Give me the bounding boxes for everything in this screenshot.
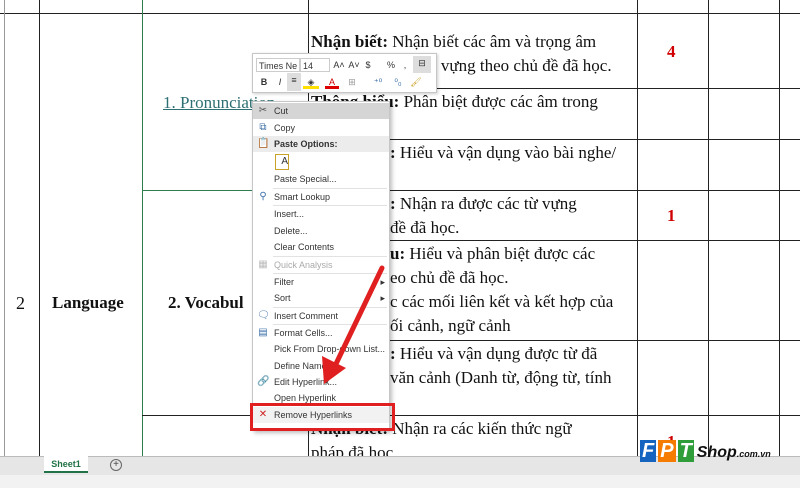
paste-options-header: 📋 Paste Options: [253, 136, 389, 152]
format-cells-icon: ▤ [258, 327, 268, 338]
fpt-shop-logo: F P T Shop.com.vn [640, 440, 771, 462]
cell-bold-label: Nhận biết: [311, 32, 388, 51]
content-cell[interactable]: : Nhận ra được các từ vựng đề đã học. [390, 192, 636, 240]
content-cell[interactable]: : Hiểu và vận dụng được từ đã văn cảnh (D… [390, 342, 636, 390]
decrease-decimal-icon[interactable]: ⁰₀ [391, 75, 405, 89]
align-center-icon[interactable]: ≡ [287, 73, 301, 91]
row-number-cell[interactable]: 2 [16, 291, 25, 315]
clipboard-icon: 📋 [257, 138, 270, 149]
menu-item-cut[interactable]: ✂ Cut [253, 103, 389, 119]
cell-text: Nhận biết các âm và trọng âm [387, 32, 597, 51]
menu-item-clear-contents[interactable]: Clear Contents [253, 239, 389, 255]
cell-text: eo chủ đề đã học. [390, 268, 509, 287]
cell-bold-label: u: [390, 244, 406, 263]
smart-lookup-icon: ⚲ [259, 191, 267, 202]
cell-text: văn cảnh (Danh từ, động từ, tính [390, 368, 612, 387]
cell-text: Nhận ra các kiến thức ngữ [387, 419, 572, 438]
quick-analysis-icon: ▦ [258, 259, 268, 270]
status-bar [0, 475, 800, 488]
merge-center-icon[interactable]: ⊟ [413, 56, 431, 73]
comma-button[interactable]: , [401, 58, 409, 72]
font-color-icon[interactable]: A [325, 75, 339, 89]
hyperlink-icon: 🔗 [257, 376, 270, 387]
menu-item-copy[interactable]: ⧉ Copy [253, 120, 389, 136]
cell-text: Phân biệt được các âm trong [399, 92, 598, 111]
menu-item-insert[interactable]: Insert... [253, 206, 389, 222]
borders-icon[interactable]: ⊞ [345, 75, 359, 89]
cell-text: ối cảnh, ngữ cảnh [390, 316, 511, 335]
cell-text: Hiểu và phân biệt được các [405, 244, 596, 263]
tab-sheet1[interactable]: Sheet1 [44, 456, 88, 473]
mini-toolbar: Times Ne 14 A˄ A˅ $ % , ⊟ B I ≡ ◈ A ⊞ ⁺⁰… [252, 53, 437, 93]
copy-icon: ⧉ [259, 122, 267, 133]
currency-button[interactable]: $ [363, 58, 373, 72]
fill-color-icon[interactable]: ◈ [303, 75, 319, 89]
cell-text: c các mối liên kết và kết hợp của [390, 292, 614, 311]
menu-item-smart-lookup[interactable]: ⚲ Smart Lookup [253, 189, 389, 205]
count-cell[interactable]: 1 [667, 206, 676, 226]
cell-text: pháp đã học [311, 443, 394, 456]
increase-font-icon[interactable]: A˄ [333, 58, 345, 72]
arrow-annotation [322, 265, 385, 384]
font-size-dropdown[interactable]: 14 [300, 58, 330, 72]
font-name-dropdown[interactable]: Times Ne [256, 58, 300, 72]
content-cell[interactable]: u: Hiểu và phân biệt được các eo chủ đề đ… [390, 242, 636, 338]
cell-text: Hiểu và vận dụng vào bài nghe/ [395, 143, 617, 162]
cell-text: đề đã học. [390, 218, 460, 237]
content-cell[interactable]: : Hiểu và vận dụng vào bài nghe/ [390, 141, 636, 165]
format-painter-icon[interactable]: 🖌 [409, 75, 423, 89]
decrease-font-icon[interactable]: A˅ [348, 58, 360, 72]
highlight-box [250, 403, 395, 431]
increase-decimal-icon[interactable]: ⁺⁰ [371, 75, 385, 89]
add-sheet-icon[interactable]: + [110, 459, 122, 471]
menu-item-delete[interactable]: Delete... [253, 223, 389, 239]
scissors-icon: ✂ [258, 105, 268, 116]
percent-button[interactable]: % [385, 58, 397, 72]
cell-text: Hiểu và vận dụng được từ đã [395, 344, 598, 363]
italic-button[interactable]: I [273, 75, 287, 89]
menu-item-paste-special[interactable]: Paste Special... [253, 171, 389, 187]
paste-text-only-icon[interactable]: A [275, 154, 289, 170]
vocabulary-cell[interactable]: 2. Vocabul [168, 291, 252, 315]
comment-icon: 🗨 [257, 310, 270, 321]
count-cell[interactable]: 4 [667, 42, 676, 62]
category-cell[interactable]: Language [52, 291, 124, 315]
cell-text: Nhận ra được các từ vựng [395, 194, 577, 213]
bold-button[interactable]: B [257, 75, 271, 89]
